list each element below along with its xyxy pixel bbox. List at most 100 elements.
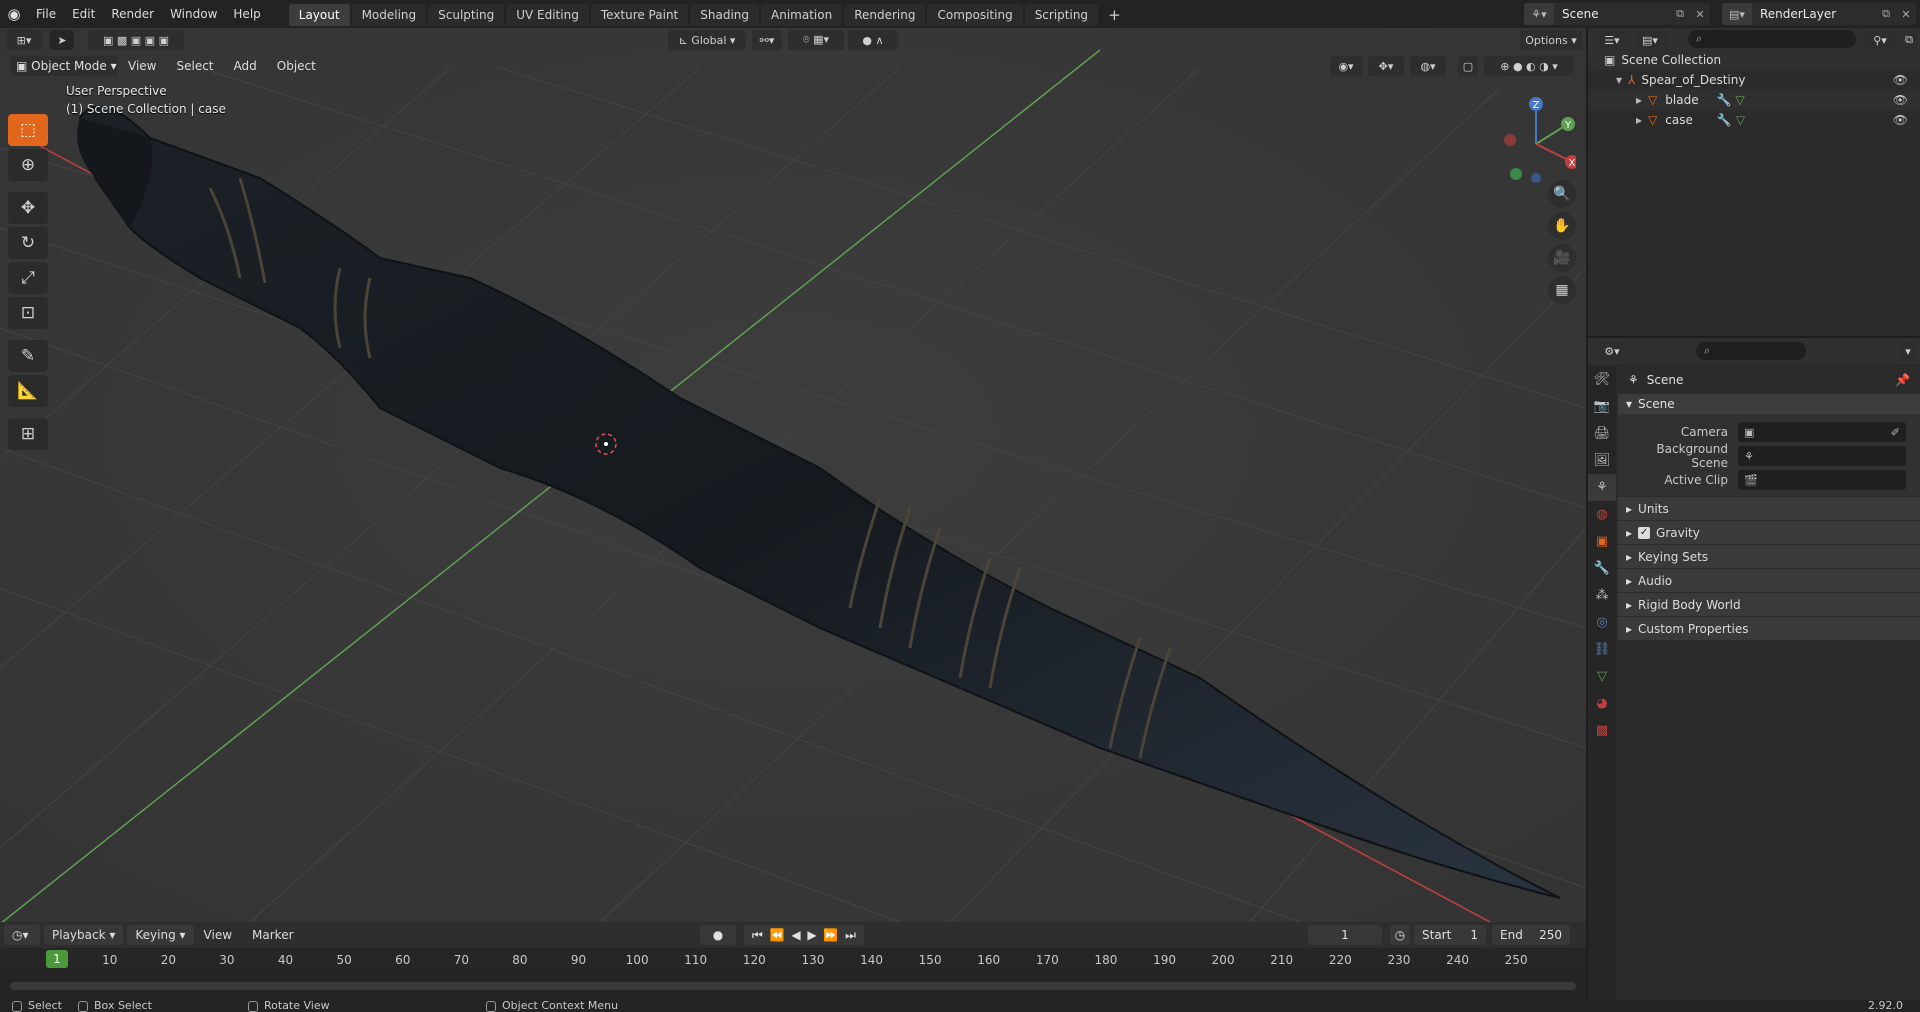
timeline-track[interactable]	[0, 972, 1586, 1000]
navigation-gizmo[interactable]: Z Y X	[1496, 94, 1576, 184]
view-layer-selector[interactable]: ▤▾ RenderLayer ⧉ ✕	[1722, 3, 1916, 25]
preview-range-icon[interactable]: ◷	[1390, 925, 1410, 945]
tool-tab-icon[interactable]: 🛠	[1588, 366, 1616, 393]
jump-end-icon[interactable]: ⏭	[845, 928, 856, 943]
view-layer-tab-icon[interactable]: 🖼	[1588, 447, 1616, 474]
properties-editor-type-icon[interactable]: ⚙▾	[1596, 341, 1628, 361]
new-collection-icon[interactable]: ⧉	[1900, 30, 1918, 50]
menu-file[interactable]: File	[28, 3, 64, 25]
scene-panel-header[interactable]: ▾ Scene	[1618, 394, 1920, 414]
menu-window[interactable]: Window	[162, 3, 225, 25]
filter-icon[interactable]: ⚲▾	[1864, 30, 1896, 50]
outliner-editor-type-icon[interactable]: ☰▾	[1596, 30, 1628, 50]
gravity-panel[interactable]: ▸ ✓ Gravity	[1618, 520, 1920, 544]
timeline-editor-type-icon[interactable]: ◷▾	[4, 925, 40, 945]
tab-shading[interactable]: Shading	[690, 4, 759, 26]
menu-help[interactable]: Help	[225, 3, 268, 25]
tab-texture-paint[interactable]: Texture Paint	[590, 4, 689, 26]
particles-tab-icon[interactable]: ⁂	[1588, 582, 1616, 609]
custom-properties-panel[interactable]: ▸ Custom Properties	[1618, 616, 1920, 640]
pivot-point-icon[interactable]: ⚯▾	[752, 30, 782, 50]
neg-x-axis-icon[interactable]	[1504, 134, 1516, 146]
object-tab-icon[interactable]: ▣	[1588, 528, 1616, 555]
keying-dropdown[interactable]: Keying ▾	[127, 925, 194, 945]
properties-search-input[interactable]: ⌕	[1696, 342, 1806, 360]
neg-y-axis-icon[interactable]	[1510, 168, 1522, 180]
viewport-menu-select[interactable]: Select	[166, 59, 223, 73]
expand-arrow-icon[interactable]: ▸	[1636, 93, 1642, 107]
select-box-tool-icon[interactable]: ⬚	[8, 114, 48, 146]
outliner-search-input[interactable]: ⌕	[1688, 30, 1856, 48]
mesh-data-icon[interactable]: ▽	[1736, 113, 1745, 127]
orthographic-toggle-icon[interactable]: ▦	[1548, 276, 1576, 304]
add-workspace-icon[interactable]: +	[1100, 4, 1129, 26]
scale-tool-icon[interactable]: ⤢	[8, 262, 48, 294]
tab-compositing[interactable]: Compositing	[927, 4, 1023, 26]
visibility-eye-icon[interactable]: 👁	[1893, 73, 1908, 87]
menu-edit[interactable]: Edit	[64, 3, 103, 25]
tab-modeling[interactable]: Modeling	[351, 4, 427, 26]
timeline-scrollbar[interactable]	[10, 982, 1576, 990]
viewport-menu-view[interactable]: View	[118, 59, 166, 73]
menu-render[interactable]: Render	[103, 3, 162, 25]
remove-layer-icon[interactable]: ✕	[1896, 8, 1916, 21]
transform-tool-icon[interactable]: ⊡	[8, 297, 48, 329]
data-tab-icon[interactable]: ▽	[1588, 663, 1616, 690]
start-frame-field[interactable]: Start 1	[1414, 925, 1486, 945]
camera-field[interactable]: ▣ ✐	[1738, 422, 1906, 442]
move-tool-icon[interactable]: ✥	[8, 192, 48, 224]
annotate-tool-icon[interactable]: ✎	[8, 340, 48, 372]
record-button[interactable]: ●	[700, 925, 736, 945]
outliner-row-case[interactable]: ▸ ▽ case 🔧 ▽ 👁	[1588, 110, 1920, 130]
object-mode-dropdown[interactable]: ▣ Object Mode ▾	[10, 56, 118, 76]
playback-controls[interactable]: ⏮ ⏪ ◀ ▶ ⏩ ⏭	[744, 925, 864, 945]
pan-hand-icon[interactable]: ✋	[1548, 212, 1576, 240]
modifier-tab-icon[interactable]: 🔧	[1588, 555, 1616, 582]
play-reverse-icon[interactable]: ◀	[791, 928, 800, 942]
next-keyframe-icon[interactable]: ⏩	[823, 928, 838, 942]
outliner-row-spear[interactable]: ▾ ⅄ Spear_of_Destiny 👁	[1588, 70, 1920, 90]
active-clip-field[interactable]: 🎬	[1738, 470, 1906, 490]
measure-tool-icon[interactable]: 📐	[8, 375, 48, 407]
display-mode-icon[interactable]: ▤▾	[1634, 30, 1666, 50]
play-icon[interactable]: ▶	[807, 928, 816, 942]
render-tab-icon[interactable]: 📷	[1588, 393, 1616, 420]
expand-arrow-icon[interactable]: ▾	[1616, 73, 1622, 87]
camera-view-icon[interactable]: 🎥	[1548, 244, 1576, 272]
options-dropdown[interactable]: Options ▾	[1520, 30, 1582, 50]
timeline-menu-view[interactable]: View	[194, 928, 242, 942]
outliner-row-blade[interactable]: ▸ ▽ blade 🔧 ▽ 👁	[1588, 90, 1920, 110]
tab-layout[interactable]: Layout	[288, 4, 350, 26]
tab-scripting[interactable]: Scripting	[1024, 4, 1099, 26]
units-panel[interactable]: ▸ Units	[1618, 496, 1920, 520]
transform-orientation-dropdown[interactable]: ⊾ Global ▾	[668, 30, 746, 50]
physics-tab-icon[interactable]: ◎	[1588, 609, 1616, 636]
duplicate-layer-icon[interactable]: ⧉	[1876, 7, 1896, 21]
neg-z-axis-icon[interactable]	[1531, 173, 1541, 183]
overlay-toggle-icon[interactable]: ◍▾	[1410, 56, 1446, 76]
prev-keyframe-icon[interactable]: ⏪	[770, 928, 785, 942]
constraints-tab-icon[interactable]: ⛓	[1588, 636, 1616, 663]
end-frame-field[interactable]: End 250	[1492, 925, 1570, 945]
xray-toggle-icon[interactable]: ▢	[1458, 56, 1478, 76]
add-cube-tool-icon[interactable]: ⊞	[8, 418, 48, 450]
duplicate-scene-icon[interactable]: ⧉	[1670, 7, 1690, 21]
proportional-edit-icon[interactable]: ● ∧	[848, 30, 898, 50]
world-tab-icon[interactable]: ◍	[1588, 501, 1616, 528]
snap-icon[interactable]: ⌾ ▦▾	[788, 30, 844, 50]
tab-animation[interactable]: Animation	[761, 4, 843, 26]
tab-rendering[interactable]: Rendering	[844, 4, 926, 26]
visibility-icon[interactable]: ◉▾	[1330, 56, 1362, 76]
keying-sets-panel[interactable]: ▸ Keying Sets	[1618, 544, 1920, 568]
selection-mode-icons[interactable]: ▣ ▩ ▣ ▣ ▣	[88, 30, 184, 50]
visibility-eye-icon[interactable]: 👁	[1893, 93, 1908, 107]
gizmo-toggle-icon[interactable]: ✥▾	[1368, 56, 1404, 76]
cursor-tool-icon[interactable]: ⊕	[8, 149, 48, 181]
expand-arrow-icon[interactable]: ▸	[1636, 113, 1642, 127]
outliner-row-scene-collection[interactable]: ▣ Scene Collection	[1588, 50, 1920, 70]
rotate-tool-icon[interactable]: ↻	[8, 227, 48, 259]
viewport-menu-add[interactable]: Add	[224, 59, 267, 73]
audio-panel[interactable]: ▸ Audio	[1618, 568, 1920, 592]
output-tab-icon[interactable]: 🖨	[1588, 420, 1616, 447]
playback-dropdown[interactable]: Playback ▾	[44, 925, 124, 945]
